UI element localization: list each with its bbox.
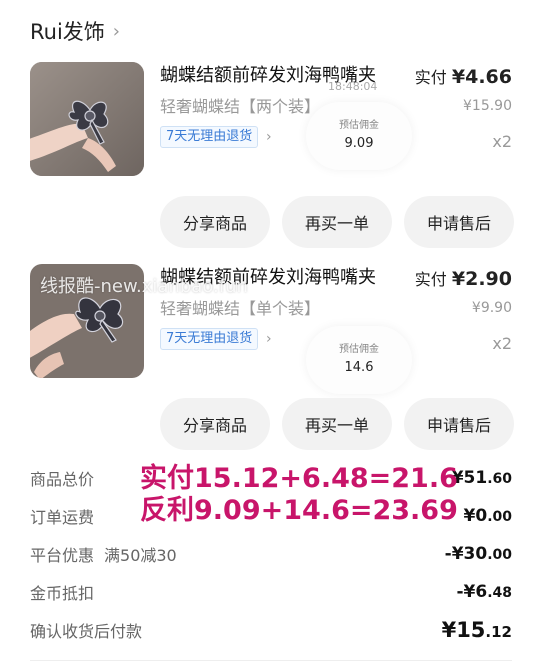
- buy-again-button[interactable]: 再买一单: [282, 398, 392, 450]
- after-sales-button[interactable]: 申请售后: [404, 398, 514, 450]
- share-product-button[interactable]: 分享商品: [160, 196, 270, 248]
- discount-rule: 满50减30: [104, 546, 177, 565]
- summary-row-total: 确认收货后付款 ¥15.12: [30, 612, 512, 648]
- after-sales-button[interactable]: 申请售后: [404, 196, 514, 248]
- paid-amount: ¥4.66: [451, 66, 512, 88]
- commission-label: 预估佣金: [339, 120, 379, 131]
- paid-label: 实付: [414, 68, 447, 87]
- paid-label: 实付: [414, 270, 447, 289]
- paid-price: 实付 ¥2.90: [415, 266, 512, 290]
- commission-value: 14.6: [344, 360, 374, 375]
- order-item: 蝴蝶结额前碎发刘海鸭嘴夹 轻奢蝴蝶结【两个装】 18:48:04 7天无理由退货…: [0, 62, 540, 252]
- summary-value: -¥30.00: [444, 544, 512, 564]
- summary-label: 订单运费: [30, 508, 95, 527]
- summary-label: 确认收货后付款: [30, 622, 143, 641]
- original-price: ¥9.90: [471, 300, 512, 316]
- product-spec: 轻奢蝴蝶结【单个装】: [160, 299, 321, 318]
- summary-label: 金币抵扣: [30, 584, 95, 603]
- product-thumbnail[interactable]: [30, 62, 144, 176]
- summary-label: 平台优惠: [30, 546, 95, 565]
- watermark: 线报酷-new.xianbao.fun: [40, 276, 248, 297]
- share-product-button[interactable]: 分享商品: [160, 398, 270, 450]
- chevron-right-icon: ›: [266, 331, 272, 347]
- paid-price: 实付 ¥4.66: [415, 64, 512, 88]
- chevron-right-icon: ›: [266, 129, 272, 145]
- commission-label: 预估佣金: [339, 344, 379, 355]
- item-actions: 分享商品 再买一单 申请售后: [160, 398, 514, 450]
- return-policy-badge[interactable]: 7天无理由退货: [160, 126, 259, 148]
- total-value: ¥15.12: [441, 618, 512, 642]
- buy-again-button[interactable]: 再买一单: [282, 196, 392, 248]
- timestamp: 18:48:04: [328, 80, 378, 93]
- shop-name: Rui发饰: [30, 20, 105, 44]
- quantity: x2: [492, 334, 512, 353]
- original-price: ¥15.90: [463, 98, 512, 114]
- summary-label: 商品总价: [30, 470, 95, 489]
- commission-bubble: 预估佣金 9.09: [306, 102, 412, 170]
- summary-value: -¥6.48: [456, 582, 512, 602]
- summary-value: ¥51.60: [451, 468, 512, 488]
- summary-row-platform-discount: 平台优惠 满50减30 -¥30.00: [30, 536, 512, 572]
- commission-value: 9.09: [344, 136, 374, 151]
- summary-value: ¥0.00: [463, 506, 512, 526]
- shop-header[interactable]: Rui发饰 ›: [30, 14, 120, 48]
- commission-bubble: 预估佣金 14.6: [306, 326, 412, 394]
- return-policy-badge[interactable]: 7天无理由退货: [160, 328, 259, 350]
- quantity: x2: [492, 132, 512, 151]
- chevron-right-icon: ›: [112, 20, 120, 42]
- paid-amount: ¥2.90: [451, 268, 512, 290]
- summary-row-coin-deduction: 金币抵扣 -¥6.48: [30, 574, 512, 610]
- item-actions: 分享商品 再买一单 申请售后: [160, 196, 514, 248]
- annotation-line-2: 反利9.09+14.6=23.69: [140, 495, 458, 526]
- divider: [30, 660, 512, 661]
- product-spec: 轻奢蝴蝶结【两个装】: [160, 97, 321, 116]
